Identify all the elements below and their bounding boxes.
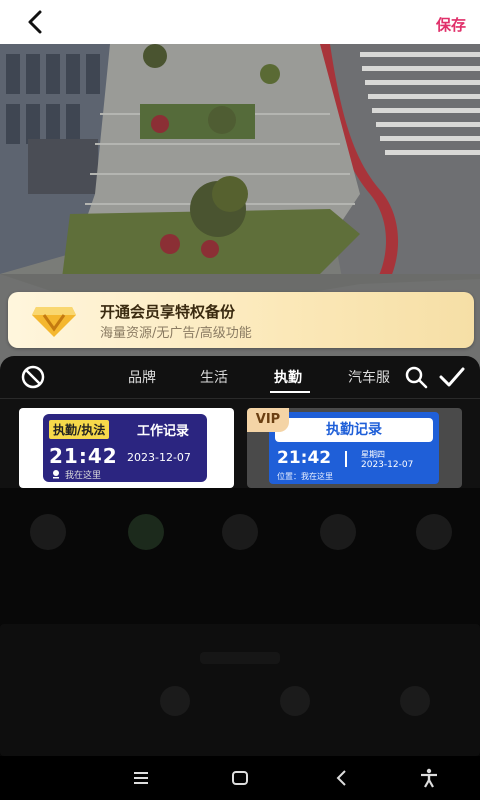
sticker-time: 21:42 bbox=[277, 448, 332, 468]
top-bar: 保存 bbox=[0, 0, 480, 44]
sticker-location: 我在这里 bbox=[65, 471, 102, 481]
tab-duty[interactable]: 执勤 bbox=[274, 367, 302, 387]
dimmed-overlay bbox=[0, 488, 480, 756]
sticker-label: 工作记录 bbox=[137, 424, 190, 439]
category-tabs: 品牌 生活 执勤 汽车服 bbox=[0, 356, 480, 396]
sticker-time: 21:42 bbox=[49, 444, 118, 468]
tab-life[interactable]: 生活 bbox=[200, 367, 228, 387]
ghost-icon bbox=[280, 686, 310, 716]
confirm-check-icon[interactable] bbox=[438, 365, 466, 389]
vip-badge: VIP bbox=[247, 408, 289, 432]
promo-title: 开通会员享特权备份 bbox=[100, 303, 236, 321]
accessibility-icon[interactable] bbox=[418, 767, 440, 789]
sticker-weekday: 星期四 bbox=[361, 450, 385, 459]
divider bbox=[0, 398, 480, 399]
ghost-icon bbox=[160, 686, 190, 716]
ghost-icon bbox=[416, 514, 452, 550]
ghost-icon bbox=[320, 514, 356, 550]
location-pin-icon bbox=[53, 470, 59, 479]
save-button[interactable]: 保存 bbox=[436, 14, 466, 35]
system-nav-bar bbox=[0, 756, 480, 800]
search-icon[interactable] bbox=[404, 365, 428, 389]
ghost-icon bbox=[222, 514, 258, 550]
promo-subtitle: 海量资源/无广告/高级功能 bbox=[100, 326, 252, 341]
back-icon[interactable] bbox=[331, 767, 353, 789]
sticker-preview: 执勤/执法 工作记录 21:42 2023-12-07 我在这里 bbox=[43, 414, 207, 482]
vip-promo-banner[interactable]: 开通会员享特权备份 海量资源/无广告/高级功能 bbox=[8, 292, 474, 348]
divider bbox=[345, 451, 347, 467]
menu-icon[interactable] bbox=[130, 767, 152, 789]
sticker-date: 2023-12-07 bbox=[361, 460, 414, 470]
tab-car-service[interactable]: 汽车服 bbox=[348, 367, 390, 387]
sticker-badge: 执勤/执法 bbox=[49, 420, 110, 439]
ghost-text bbox=[200, 652, 280, 664]
active-tab-indicator bbox=[270, 391, 310, 393]
ghost-icon bbox=[400, 686, 430, 716]
sticker-preview: 执勤记录 21:42 星期四 2023-12-07 位置：我在这里 bbox=[269, 412, 439, 484]
sticker-card-work-record[interactable]: 执勤/执法 工作记录 21:42 2023-12-07 我在这里 bbox=[19, 408, 234, 488]
ghost-icon bbox=[128, 514, 164, 550]
photo-editor-screen: 保存 开通会员享特权备份 海量资源/无广告/高级功能 品牌 生活 执勤 汽车服 … bbox=[0, 0, 480, 800]
sticker-location: 位置：我在这里 bbox=[277, 472, 333, 481]
no-sticker-icon[interactable] bbox=[20, 364, 46, 390]
sticker-card-duty-record[interactable]: 执勤记录 21:42 星期四 2023-12-07 位置：我在这里 VIP bbox=[247, 408, 462, 488]
tab-brand[interactable]: 品牌 bbox=[128, 367, 156, 387]
sticker-date: 2023-12-07 bbox=[127, 451, 191, 464]
ghost-icon bbox=[30, 514, 66, 550]
home-icon[interactable] bbox=[229, 767, 251, 789]
back-arrow-icon[interactable] bbox=[22, 8, 50, 36]
sticker-title: 执勤记录 bbox=[275, 418, 433, 442]
diamond-icon bbox=[32, 307, 76, 337]
